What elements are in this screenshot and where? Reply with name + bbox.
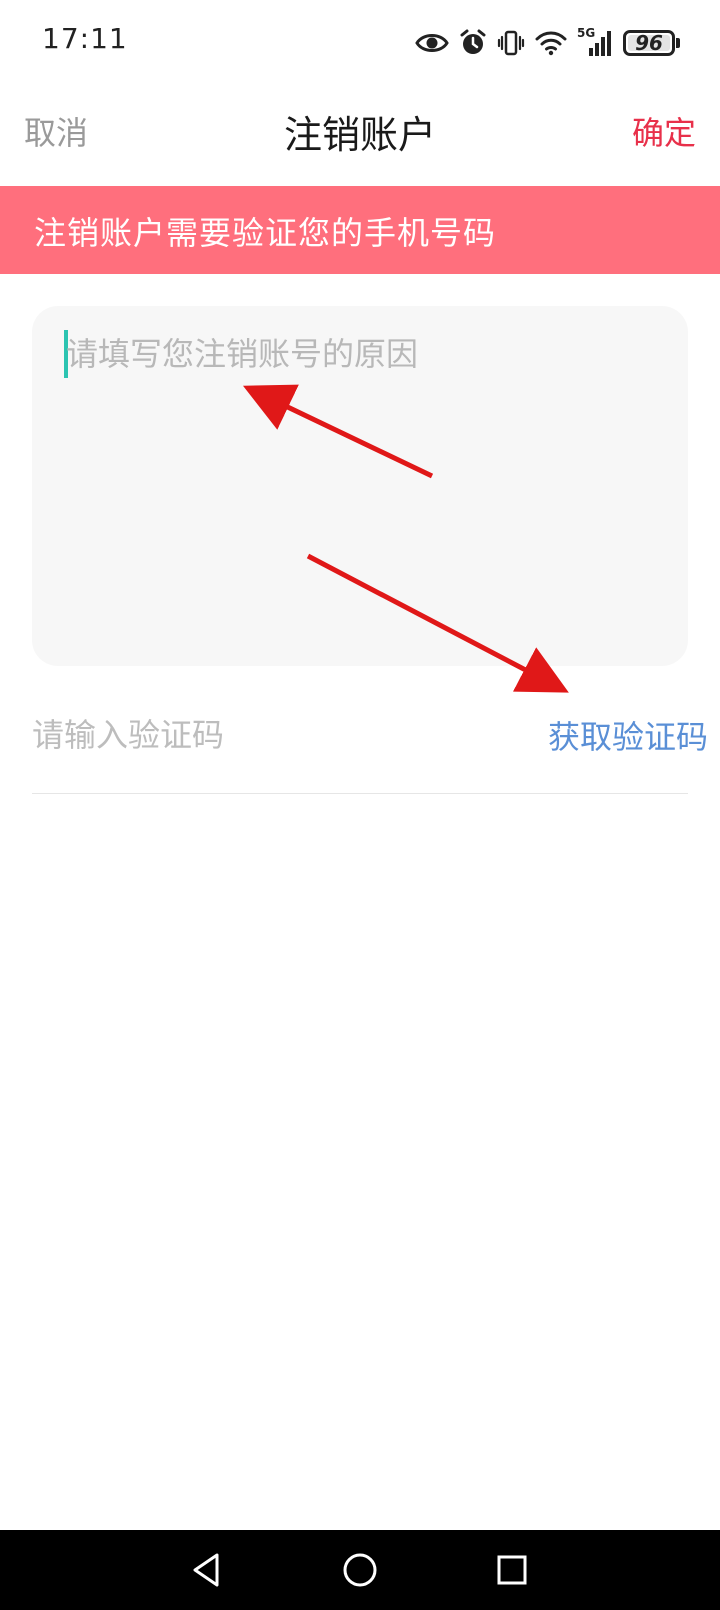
confirm-button[interactable]: 确定 xyxy=(632,108,696,154)
verification-code-input[interactable] xyxy=(32,710,472,760)
back-icon[interactable] xyxy=(180,1544,232,1596)
alarm-icon xyxy=(460,29,486,54)
eye-icon xyxy=(415,34,449,52)
system-nav-bar xyxy=(0,1530,720,1610)
notice-banner: 注销账户需要验证您的手机号码 xyxy=(0,186,720,274)
page-title: 注销账户 xyxy=(283,113,436,157)
wifi-icon xyxy=(535,31,567,56)
reason-box xyxy=(32,306,688,666)
signal-icon: 5G xyxy=(577,26,613,58)
nav-bar: 取消 注销账户 确定 xyxy=(0,84,720,184)
get-code-button[interactable]: 获取验证码 xyxy=(548,712,708,758)
home-icon[interactable] xyxy=(334,1544,386,1596)
notice-text: 注销账户需要验证您的手机号码 xyxy=(34,214,497,252)
status-bar: 17:11 5G 96 xyxy=(0,0,720,84)
verification-code-row: 获取验证码 xyxy=(32,690,708,790)
recents-icon[interactable] xyxy=(486,1544,538,1596)
vibrate-icon xyxy=(497,30,525,56)
divider xyxy=(32,793,688,794)
status-time: 17:11 xyxy=(42,22,128,55)
reason-input[interactable] xyxy=(66,330,666,640)
battery-icon: 96 xyxy=(623,30,680,56)
status-icons: 5G 96 xyxy=(415,26,680,60)
battery-level: 96 xyxy=(635,31,663,55)
